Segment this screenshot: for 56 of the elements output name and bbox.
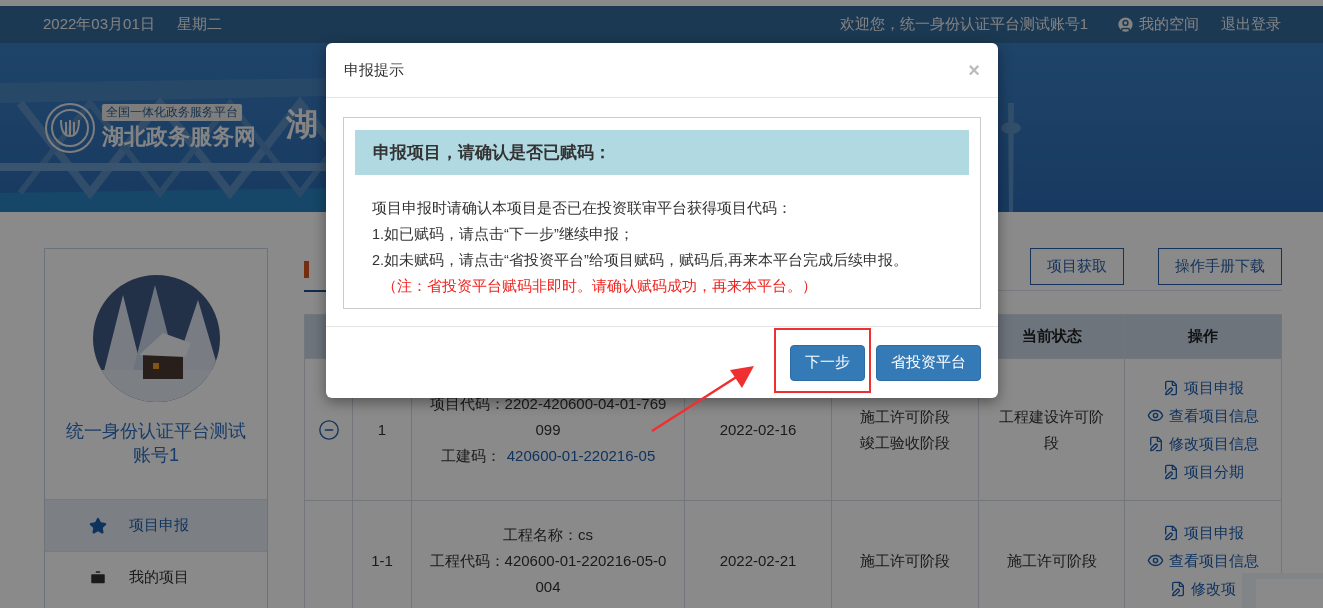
close-button[interactable]: × [968,58,980,82]
dialog-button[interactable]: 下一步 [790,344,865,381]
cell-text: 工程代码：420600-01-220216-05-0 [429,550,667,571]
cell-text: 施工许可阶段 [1006,550,1097,571]
action-link[interactable]: 项目申报 [1162,518,1244,547]
cell-text: 竣工验收阶段 [860,432,950,453]
toolbar-button[interactable]: 项目获取 [1030,248,1124,285]
user-name: 统一身份认证平台测试账号1 [65,420,247,467]
eye-icon [1147,552,1164,569]
cell-text: 工建码： [440,445,501,466]
user-icon [1116,15,1135,34]
cell-text: 1-1 [371,550,393,571]
code-link[interactable]: 420600-01-220216-05 [506,442,656,469]
action-link[interactable]: 查看项目信息 [1147,546,1259,575]
cell-text: 工程名称：cs [503,524,593,545]
star-icon [89,516,107,535]
notice-text: 项目申报时请确认本项目是否已在投资联审平台获得项目代码： [372,199,793,218]
action-link[interactable]: 项目申报 [1162,373,1244,402]
cell-text: 2022-02-21 [719,550,797,571]
dialog-title: 申报提示 [344,60,404,80]
weekday-text: 星期二 [176,15,222,34]
date-text: 2022年03月01日 [43,15,155,34]
note-text: （注：省投资平台赋码非即时。请确认赋码成功，再来本平台。） [381,277,818,296]
action-link[interactable]: 修改项目信息 [1147,429,1259,458]
logout-link[interactable]: 退出登录 [1221,15,1281,34]
sidebar-item[interactable]: 项目申报 [45,499,267,551]
action-link[interactable]: 项目分期 [1162,457,1244,486]
my-space-link[interactable]: 我的空间 [1116,15,1199,34]
file-pen-icon [1147,435,1164,452]
notice-text: 2.如未赋码，请点击“省投资平台”给项目赋码，赋码后,再来本平台完成后续申报。 [372,251,909,270]
logo-name: 湖北政务服务网 [102,122,256,151]
cell-text: 099 [535,419,561,440]
cell-text: 2022-02-16 [719,419,797,440]
file-pen-icon [1162,463,1179,480]
collapse-icon[interactable] [317,418,340,441]
action-link[interactable]: 修改项 [1170,574,1236,603]
cell-text: 004 [535,576,561,597]
dialog-button[interactable]: 省投资平台 [876,344,981,381]
welcome-text: 欢迎您，统一身份认证平台测试账号1 [839,15,1088,34]
file-pen-icon [1170,580,1186,597]
cell-text: 工程建设许可阶段 [998,406,1105,453]
eye-icon [1147,407,1164,424]
cell-text: 施工许可阶段 [860,550,950,571]
toolbar-button[interactable]: 操作手册下载 [1158,248,1282,285]
emblem-icon [44,101,96,154]
notice-text: 1.如已赋码，请点击“下一步”继续申报； [372,225,635,244]
action-link[interactable]: 查看项目信息 [1147,401,1259,430]
column-header: 操作 [1125,315,1282,359]
tab-marker [304,261,309,278]
file-pen-icon [1162,524,1179,541]
banner-title: 湖 [286,104,318,144]
briefcase-icon [89,568,107,587]
file-pen-icon [1162,379,1179,396]
notice-heading: 申报项目，请确认是否已赋码： [355,130,969,175]
cell-text: 施工许可阶段 [860,406,950,427]
cell-text: 1 [377,419,387,440]
